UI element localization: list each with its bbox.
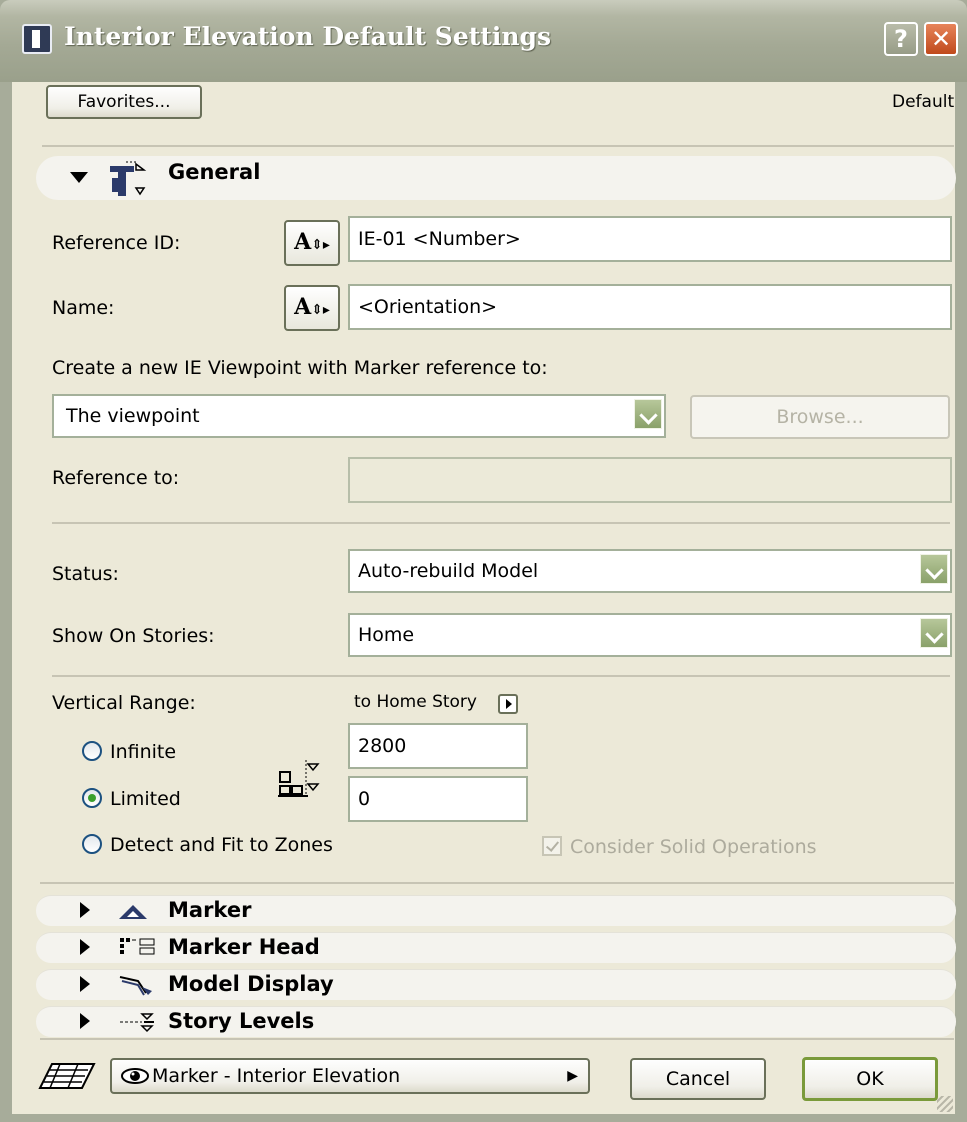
section-header-marker-head[interactable]: Marker Head [36, 932, 956, 963]
name-label: Name: [52, 297, 115, 319]
chevron-down-icon[interactable] [634, 399, 662, 429]
status-label: Status: [52, 563, 119, 585]
close-button[interactable]: ✕ [924, 22, 958, 56]
name-field[interactable]: <Orientation> [348, 284, 952, 330]
marker-selector-button[interactable]: Marker - Interior Elevation ▶ [110, 1058, 590, 1094]
section-label-general: General [168, 160, 261, 184]
autotext-glyph: A [294, 229, 312, 255]
show-on-stories-value: Home [358, 624, 415, 646]
section-label-marker: Marker [168, 898, 252, 922]
autotext-arrows-icon: ⇕▸ [311, 302, 330, 318]
story-levels-icon [120, 1013, 154, 1033]
consider-solid-checkbox[interactable] [542, 836, 562, 856]
marker-triangle-icon [119, 905, 147, 919]
caret-right-icon: ▶ [567, 1068, 578, 1084]
radio-detect-zones[interactable] [82, 834, 102, 854]
section-label-model-display: Model Display [168, 972, 334, 996]
section-header-story-levels[interactable]: Story Levels [36, 1006, 956, 1037]
expand-triangle-icon [80, 1013, 90, 1029]
section-label-marker-head: Marker Head [168, 935, 320, 959]
reference-to-label: Reference to: [52, 467, 180, 489]
vertical-range-label: Vertical Range: [52, 692, 196, 714]
chevron-down-icon[interactable] [920, 554, 948, 584]
resize-grip[interactable] [937, 1096, 953, 1112]
expand-triangle-icon [80, 976, 90, 992]
autotext-button-name[interactable]: A⇕▸ [284, 285, 340, 331]
autotext-button-reference-id[interactable]: A⇕▸ [284, 220, 340, 266]
divider [42, 145, 954, 147]
general-section-icon [110, 161, 147, 196]
radio-infinite[interactable] [82, 741, 102, 761]
section-header-model-display[interactable]: Model Display [36, 969, 956, 1000]
status-dropdown-value: Auto-rebuild Model [358, 560, 539, 582]
section-label-story-levels: Story Levels [168, 1009, 315, 1033]
create-viewpoint-label: Create a new IE Viewpoint with Marker re… [52, 357, 548, 379]
top-elevation-field[interactable]: 2800 [348, 723, 528, 769]
favorites-button[interactable]: Favorites... [46, 85, 202, 119]
to-home-story-arrow-button[interactable] [498, 694, 518, 714]
show-on-stories-label: Show On Stories: [52, 625, 215, 647]
viewpoint-dropdown-value: The viewpoint [66, 405, 200, 427]
section-header-marker[interactable]: Marker [36, 895, 956, 926]
reference-id-label: Reference ID: [52, 232, 181, 254]
radio-limited-label[interactable]: Limited [110, 788, 181, 810]
divider [40, 1038, 954, 1040]
window-title: Interior Elevation Default Settings [64, 22, 552, 51]
vertical-range-icon [278, 760, 320, 797]
marker-head-icon [120, 938, 155, 955]
reference-id-field[interactable]: IE-01 <Number> [348, 216, 952, 262]
autotext-glyph: A [294, 294, 312, 320]
divider [52, 675, 950, 677]
browse-button[interactable]: Browse... [690, 395, 950, 439]
radio-infinite-label[interactable]: Infinite [110, 741, 176, 763]
divider [40, 882, 954, 884]
autotext-arrows-icon: ⇕▸ [311, 237, 330, 253]
section-header-general[interactable]: General [36, 156, 956, 200]
status-dropdown[interactable]: Auto-rebuild Model [348, 549, 952, 593]
expand-triangle-icon [80, 939, 90, 955]
reference-to-field [348, 457, 952, 503]
to-home-story-label: to Home Story [354, 692, 477, 712]
settings-dialog: Interior Elevation Default Settings ? ✕ … [0, 0, 967, 1122]
model-display-icon [119, 976, 152, 996]
expand-triangle-icon [80, 902, 90, 918]
radio-limited[interactable] [82, 788, 102, 808]
eye-icon [121, 1068, 149, 1084]
help-button[interactable]: ? [884, 22, 918, 56]
show-on-stories-dropdown[interactable]: Home [348, 613, 952, 657]
bottom-elevation-field[interactable]: 0 [348, 776, 528, 822]
viewpoint-dropdown[interactable]: The viewpoint [52, 394, 666, 438]
ok-button[interactable]: OK [802, 1057, 938, 1101]
expand-triangle-icon [70, 172, 88, 183]
consider-solid-label: Consider Solid Operations [570, 836, 817, 858]
cancel-button[interactable]: Cancel [630, 1058, 766, 1100]
title-bar[interactable]: Interior Elevation Default Settings ? ✕ [0, 0, 967, 82]
radio-detect-zones-label[interactable]: Detect and Fit to Zones [110, 834, 333, 856]
chevron-down-icon[interactable] [920, 618, 948, 648]
preset-name: Default [892, 92, 955, 112]
layer-icon[interactable] [38, 1060, 98, 1094]
interior-elevation-window-icon [22, 24, 52, 54]
divider [52, 522, 950, 524]
marker-selector-label: Marker - Interior Elevation [152, 1065, 401, 1087]
